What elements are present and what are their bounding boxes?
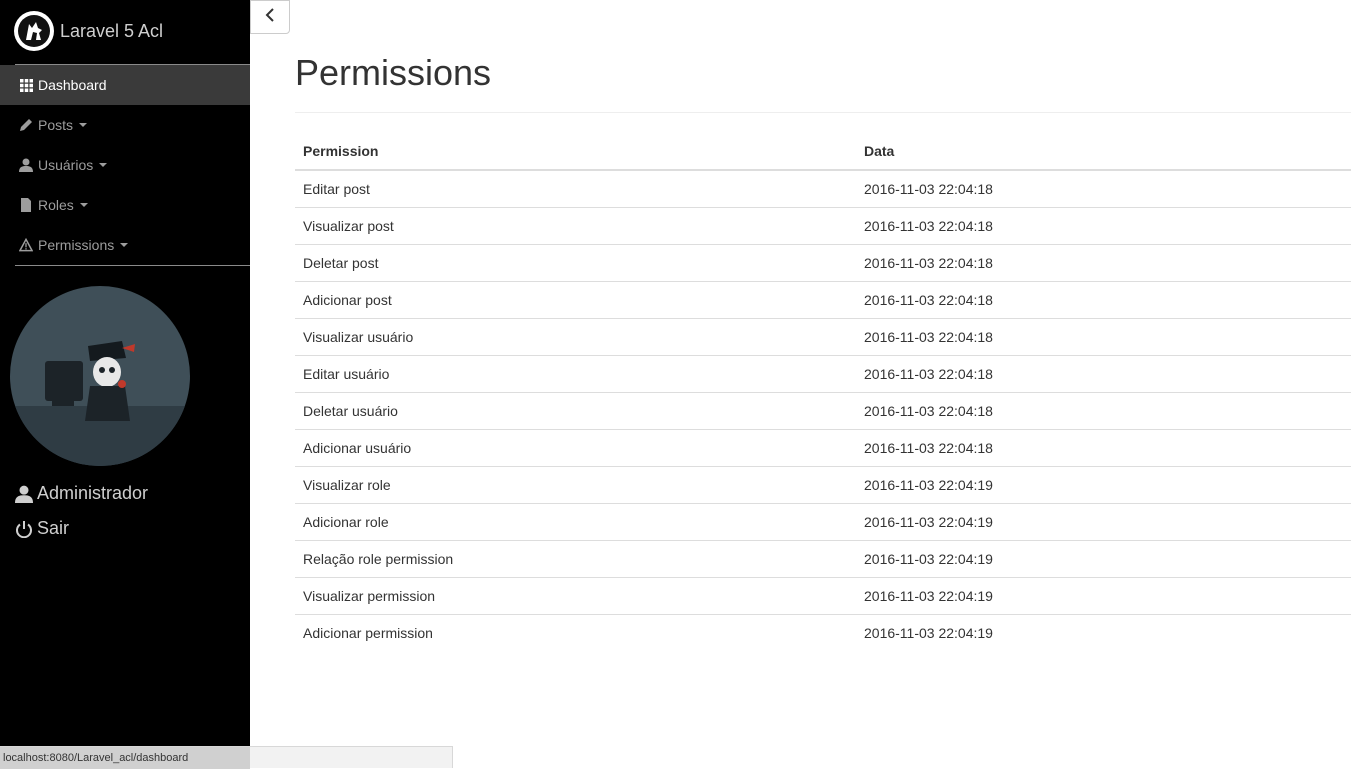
table-row: Visualizar usuário 2016-11-03 22:04:18 <box>295 318 1351 356</box>
table-row: Relação role permission 2016-11-03 22:04… <box>295 540 1351 578</box>
chevron-down-icon <box>79 123 88 127</box>
date-cell: 2016-11-03 22:04:18 <box>856 355 1351 393</box>
permission-cell: Visualizar usuário <box>295 318 856 356</box>
grid-icon <box>19 78 33 92</box>
date-cell: 2016-11-03 22:04:18 <box>856 244 1351 282</box>
sidebar-item-label: Posts <box>38 117 74 133</box>
permission-cell: Visualizar post <box>295 207 856 245</box>
sidebar-toggle-button[interactable] <box>250 0 290 34</box>
chevron-down-icon <box>79 203 88 207</box>
permission-cell: Deletar usuário <box>295 392 856 430</box>
date-cell: 2016-11-03 22:04:19 <box>856 540 1351 578</box>
date-cell: 2016-11-03 22:04:18 <box>864 181 993 197</box>
table-header-row: Permission Data <box>295 133 1351 171</box>
sidebar-item-posts[interactable]: Posts <box>0 105 250 145</box>
column-header-data: Data <box>856 133 1351 171</box>
table-row: Adicionar permission 2016-11-03 22:04:19 <box>295 614 1351 651</box>
user-profile-link[interactable]: Administrador <box>15 483 148 504</box>
date-cell: 2016-11-03 22:04:18 <box>856 281 1351 319</box>
sidebar: Laravel 5 Acl Dashboard Posts Usuários R… <box>0 0 250 768</box>
table-row: Editar post 2016-11-03 22:04:18 <box>295 170 1351 208</box>
table-row: Adicionar post 2016-11-03 22:04:18 <box>295 281 1351 319</box>
permission-cell: Relação role permission <box>295 540 856 578</box>
user-name: Administrador <box>37 483 149 503</box>
browser-status-bar: localhost:8080/Laravel_acl/dashboard <box>0 746 453 769</box>
date-cell: 2016-11-03 22:04:18 <box>856 392 1351 430</box>
sidebar-item-roles[interactable]: Roles <box>0 185 250 225</box>
pencil-icon <box>19 118 33 132</box>
permission-cell: Adicionar permission <box>295 614 856 651</box>
table-row: Visualizar permission 2016-11-03 22:04:1… <box>295 577 1351 615</box>
title-divider <box>295 112 1351 113</box>
table-row: Adicionar role 2016-11-03 22:04:19 <box>295 503 1351 541</box>
table-row: Visualizar post 2016-11-03 22:04:18 <box>295 207 1351 245</box>
chevron-down-icon <box>99 163 108 167</box>
table-row: Visualizar role 2016-11-03 22:04:19 <box>295 466 1351 504</box>
permission-cell: Visualizar permission <box>295 577 856 615</box>
user-icon <box>19 158 33 172</box>
chevron-left-icon <box>265 7 275 27</box>
warning-icon <box>19 238 33 252</box>
sidebar-item-permissions[interactable]: Permissions <box>0 225 250 265</box>
sidebar-item-dashboard[interactable]: Dashboard <box>0 65 250 105</box>
avatar <box>10 286 190 466</box>
table-row: Deletar post 2016-11-03 22:04:18 <box>295 244 1351 282</box>
date-cell: 2016-11-03 22:04:18 <box>856 207 1351 245</box>
logout-label: Sair <box>37 518 70 538</box>
permission-cell: Editar post <box>303 181 370 197</box>
permission-cell: Adicionar post <box>295 281 856 319</box>
logout-button[interactable]: Sair <box>15 518 69 539</box>
status-url: localhost:8080/Laravel_acl/dashboard <box>3 752 189 764</box>
date-cell: 2016-11-03 22:04:19 <box>856 466 1351 504</box>
permission-cell: Adicionar usuário <box>295 429 856 467</box>
table-row: Editar usuário 2016-11-03 22:04:18 <box>295 355 1351 393</box>
sidebar-nav: Dashboard Posts Usuários Roles Permissio… <box>0 65 250 265</box>
wolf-logo-icon <box>14 11 54 51</box>
date-cell: 2016-11-03 22:04:19 <box>856 503 1351 541</box>
user-icon <box>15 485 33 503</box>
sidebar-item-usuarios[interactable]: Usuários <box>0 145 250 185</box>
menu-divider-bottom <box>15 265 250 266</box>
sidebar-item-label: Dashboard <box>38 77 107 93</box>
permission-cell: Deletar post <box>295 244 856 282</box>
date-cell: 2016-11-03 22:04:19 <box>856 577 1351 615</box>
permission-cell: Adicionar role <box>295 503 856 541</box>
permission-cell: Visualizar role <box>295 466 856 504</box>
brand-name: Laravel 5 Acl <box>60 20 164 41</box>
date-cell: 2016-11-03 22:04:19 <box>856 614 1351 651</box>
date-cell: 2016-11-03 22:04:18 <box>856 429 1351 467</box>
sidebar-item-label: Usuários <box>38 157 94 173</box>
sidebar-item-label: Permissions <box>38 237 115 253</box>
chevron-down-icon <box>120 243 129 247</box>
permission-cell: Editar usuário <box>295 355 856 393</box>
table-row: Deletar usuário 2016-11-03 22:04:18 <box>295 392 1351 430</box>
table-row: Adicionar usuário 2016-11-03 22:04:18 <box>295 429 1351 467</box>
file-icon <box>19 198 33 212</box>
brand[interactable]: Laravel 5 Acl <box>14 10 163 52</box>
page-title: Permissions <box>295 52 492 93</box>
permissions-table: Permission Data Editar post 2016-11-03 2… <box>295 133 1351 651</box>
sidebar-item-label: Roles <box>38 197 74 213</box>
power-icon <box>15 520 33 538</box>
date-cell: 2016-11-03 22:04:18 <box>856 318 1351 356</box>
column-header-permission: Permission <box>295 133 856 171</box>
